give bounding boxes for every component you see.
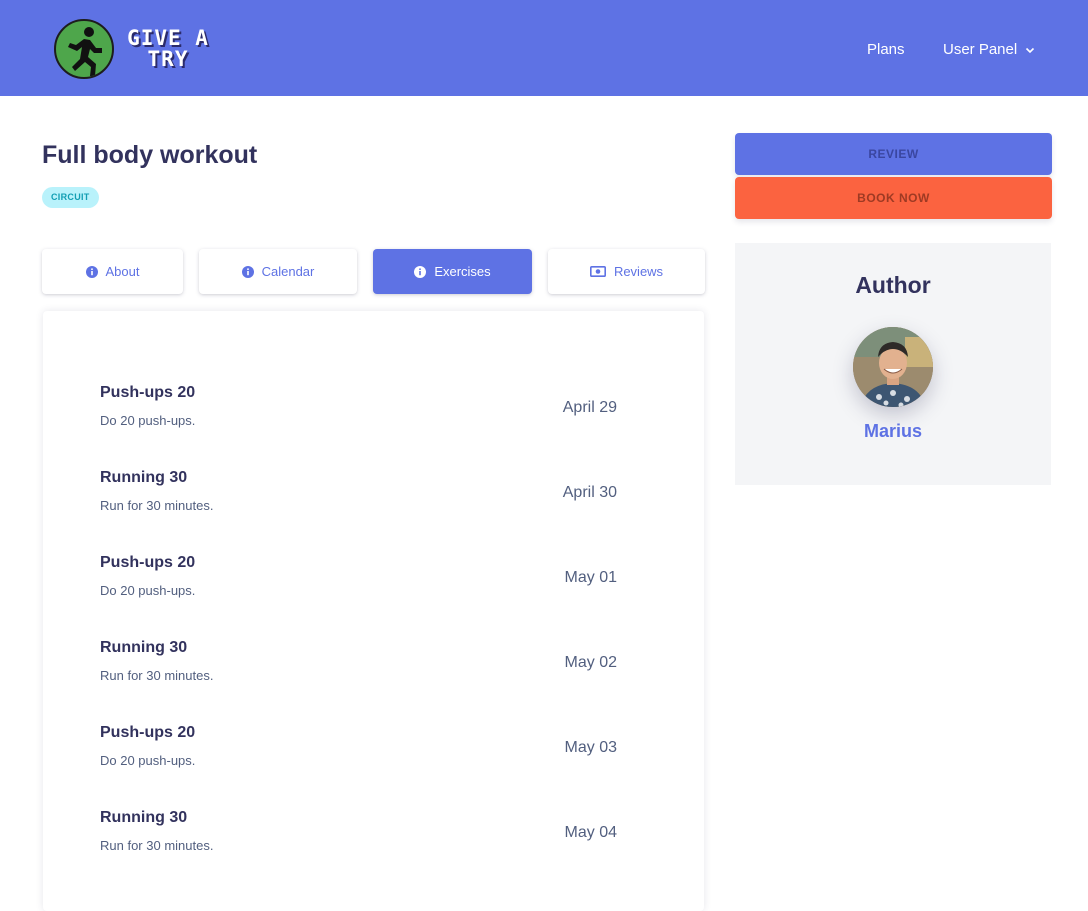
exercise-description: Do 20 push-ups. [100,583,196,598]
exercise-description: Run for 30 minutes. [100,668,214,683]
info-circle-icon [414,265,427,278]
brand-line-2: TRY [147,47,189,71]
tab-about[interactable]: About [42,249,183,294]
workout-title: Full body workout [42,141,258,169]
exercise-name: Running 30 [100,639,188,656]
list-item: Push-ups 20 Do 20 push-ups. May 03 [100,722,617,784]
exercise-name: Push-ups 20 [100,384,196,401]
exercise-name: Push-ups 20 [100,554,196,571]
nav-plans-link[interactable]: Plans [867,40,905,60]
exercise-description: Do 20 push-ups. [100,413,196,428]
exercise-description: Run for 30 minutes. [100,498,214,513]
exercise-date: April 29 [562,399,617,416]
exercise-date: May 02 [564,654,617,671]
tab-exercises[interactable]: Exercises [373,249,532,294]
top-navbar: GIVE A TRY Plans User Panel [0,0,1088,96]
list-item: Running 30 Run for 30 minutes. May 02 [100,637,617,699]
info-circle-icon [241,265,254,278]
review-button[interactable]: REVIEW [735,133,1052,175]
exercise-date: May 03 [564,739,617,756]
brand-line-1: GIVE A [127,26,209,50]
list-item: Running 30 Run for 30 minutes. May 04 [100,807,617,869]
author-heading: Author [855,272,931,298]
tab-reviews[interactable]: Reviews [548,249,705,294]
info-circle-icon [85,265,98,278]
exercise-date: May 01 [564,569,617,586]
tab-calendar-label: Calendar [261,264,315,279]
author-name-link[interactable]: Marius [735,419,1051,443]
avatar[interactable] [853,327,933,407]
exercise-name: Running 30 [100,469,188,486]
tab-calendar[interactable]: Calendar [199,249,357,294]
workout-type-badge: CIRCUIT [42,187,99,208]
exercises-card: Push-ups 20 Do 20 push-ups. April 29 Run… [43,311,704,911]
tab-reviews-label: Reviews [613,264,664,279]
tab-exercises-label: Exercises [434,264,491,279]
list-item: Push-ups 20 Do 20 push-ups. May 01 [100,552,617,614]
nav-user-panel-dropdown[interactable]: User Panel [943,40,1035,60]
brand-wordmark[interactable]: GIVE A TRY [118,28,218,70]
exercise-date: May 04 [564,824,617,841]
exercise-name: Push-ups 20 [100,724,196,741]
list-item: Running 30 Run for 30 minutes. April 30 [100,467,617,529]
exercise-description: Run for 30 minutes. [100,838,214,853]
book-now-button[interactable]: BOOK NOW [735,177,1052,219]
nav-user-panel-label: User Panel [943,41,1018,58]
exercise-date: April 30 [562,484,617,501]
list-item: Push-ups 20 Do 20 push-ups. April 29 [100,382,617,444]
running-man-logo-icon[interactable] [54,19,114,79]
tab-about-label: About [105,264,140,279]
exercise-name: Running 30 [100,809,188,826]
author-panel: Author Marius [735,243,1051,485]
exercise-description: Do 20 push-ups. [100,753,196,768]
money-bill-icon [589,266,606,277]
chevron-down-icon [1026,47,1035,54]
